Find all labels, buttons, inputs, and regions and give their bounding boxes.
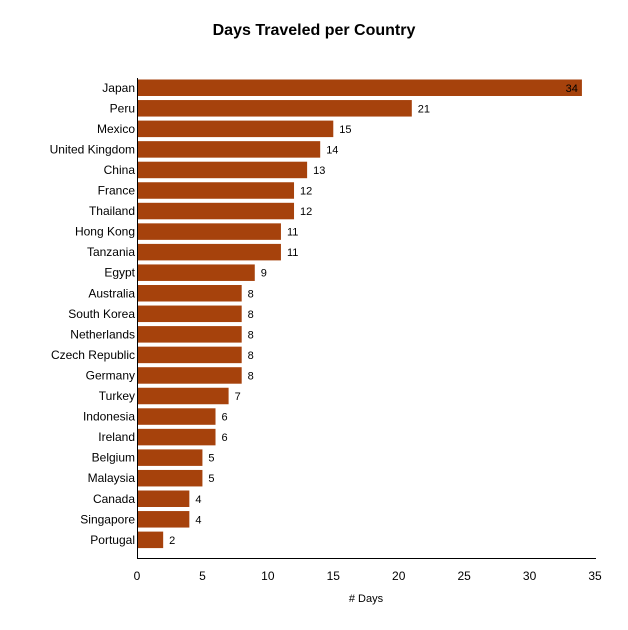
category-label: Malaysia — [88, 471, 136, 485]
category-label: Czech Republic — [51, 348, 135, 362]
x-tick-label: 5 — [199, 569, 206, 583]
category-label: China — [104, 163, 136, 177]
bar-france — [138, 182, 295, 199]
bar-chart: Days Traveled per Country Japan Peru Mexic… — [50, 22, 602, 605]
data-label: 2 — [169, 535, 175, 547]
data-label: 13 — [313, 165, 325, 177]
bar-japan — [138, 79, 582, 96]
data-label: 21 — [418, 103, 430, 115]
category-label: Mexico — [97, 122, 135, 136]
category-label: Canada — [93, 492, 135, 506]
bars-group — [138, 79, 582, 549]
category-label: Portugal — [90, 533, 135, 547]
data-label: 6 — [222, 432, 228, 444]
data-label: 5 — [208, 453, 214, 465]
category-label: United Kingdom — [50, 142, 135, 156]
bar-mexico — [138, 120, 334, 138]
category-label: Peru — [110, 101, 135, 115]
bar-canada — [138, 490, 190, 507]
data-label: 6 — [222, 412, 228, 424]
x-tick-label: 0 — [134, 569, 141, 583]
bar-portugal — [138, 531, 164, 549]
bar-egypt — [138, 264, 255, 281]
data-label: 8 — [248, 309, 254, 321]
bar-germany — [138, 367, 242, 384]
data-label: 15 — [339, 124, 351, 136]
bar-belgium — [138, 449, 203, 466]
bar-united-kingdom — [138, 141, 321, 158]
category-label: Hong Kong — [75, 225, 135, 239]
data-label: 34 — [566, 83, 578, 95]
category-label: Egypt — [104, 266, 135, 280]
category-label: Australia — [88, 286, 135, 300]
data-label: 7 — [235, 391, 241, 403]
data-label: 8 — [248, 329, 254, 341]
data-label: 11 — [287, 247, 298, 259]
category-label: Netherlands — [70, 327, 135, 341]
x-tick-label: 30 — [523, 569, 537, 583]
category-label: Thailand — [89, 204, 135, 218]
bar-china — [138, 161, 308, 179]
bar-ireland — [138, 428, 216, 446]
bar-hong-kong — [138, 223, 281, 240]
data-label: 8 — [248, 370, 254, 382]
data-label: 8 — [248, 288, 254, 300]
category-label: Turkey — [99, 389, 135, 403]
data-label: 5 — [208, 473, 214, 485]
bar-tanzania — [138, 243, 281, 261]
data-label: 8 — [248, 350, 254, 362]
category-label: South Korea — [68, 307, 135, 321]
category-label: Indonesia — [83, 410, 135, 424]
x-tick-labels: 0 5 10 15 20 25 30 35 — [134, 569, 602, 583]
data-label: 12 — [300, 206, 312, 218]
x-tick-label: 20 — [392, 569, 406, 583]
bar-czech-republic — [138, 346, 242, 364]
bar-singapore — [138, 511, 190, 528]
bar-peru — [138, 100, 412, 117]
data-label: 9 — [261, 268, 267, 280]
x-tick-label: 35 — [588, 569, 602, 583]
x-tick-label: 15 — [327, 569, 341, 583]
bar-south-korea — [138, 305, 242, 323]
category-label: Tanzania — [87, 245, 135, 259]
category-label: Japan — [102, 81, 135, 95]
data-label: 11 — [287, 227, 298, 239]
data-label: 14 — [326, 144, 338, 156]
bar-australia — [138, 285, 242, 302]
data-label: 12 — [300, 186, 312, 198]
x-tick-label: 25 — [457, 569, 471, 583]
data-label: 4 — [195, 514, 201, 526]
data-label: 4 — [195, 494, 201, 506]
bar-indonesia — [138, 408, 216, 425]
bar-netherlands — [138, 326, 242, 343]
category-label: Singapore — [80, 512, 135, 526]
category-labels: Japan Peru Mexico United Kingdom China France… — [50, 81, 136, 547]
x-axis-label: # Days — [349, 593, 384, 605]
category-label: Belgium — [92, 451, 135, 465]
bar-turkey — [138, 387, 229, 405]
category-label: France — [98, 184, 136, 198]
category-label: Ireland — [98, 430, 135, 444]
chart-title: Days Traveled per Country — [213, 22, 416, 39]
bar-malaysia — [138, 469, 203, 487]
x-tick-label: 10 — [261, 569, 275, 583]
category-label: Germany — [86, 368, 135, 382]
bar-thailand — [138, 202, 295, 220]
